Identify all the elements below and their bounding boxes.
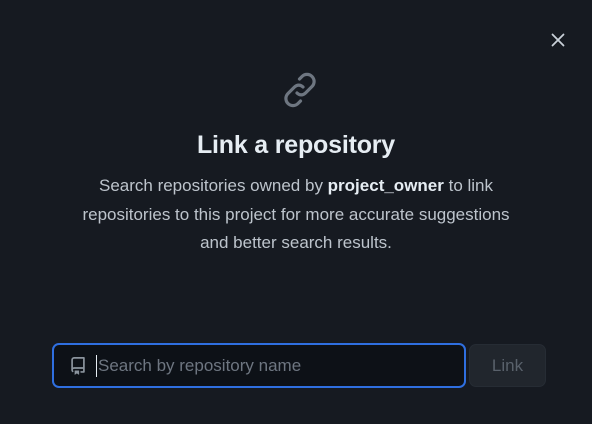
owner-name: project_owner [327, 176, 444, 195]
close-button[interactable] [546, 28, 570, 52]
repo-icon [71, 356, 85, 375]
close-icon [551, 33, 565, 47]
dialog-description: Search repositories owned by project_own… [66, 172, 526, 258]
description-text-start: Search repositories owned by [98, 176, 328, 195]
repository-search-input[interactable] [96, 354, 464, 377]
repository-search-field[interactable] [52, 343, 466, 388]
link-button[interactable]: Link [469, 344, 546, 387]
link-repository-dialog: Link a repository Search repositories ow… [0, 0, 592, 424]
link-icon [284, 72, 316, 108]
dialog-title: Link a repository [196, 131, 396, 159]
